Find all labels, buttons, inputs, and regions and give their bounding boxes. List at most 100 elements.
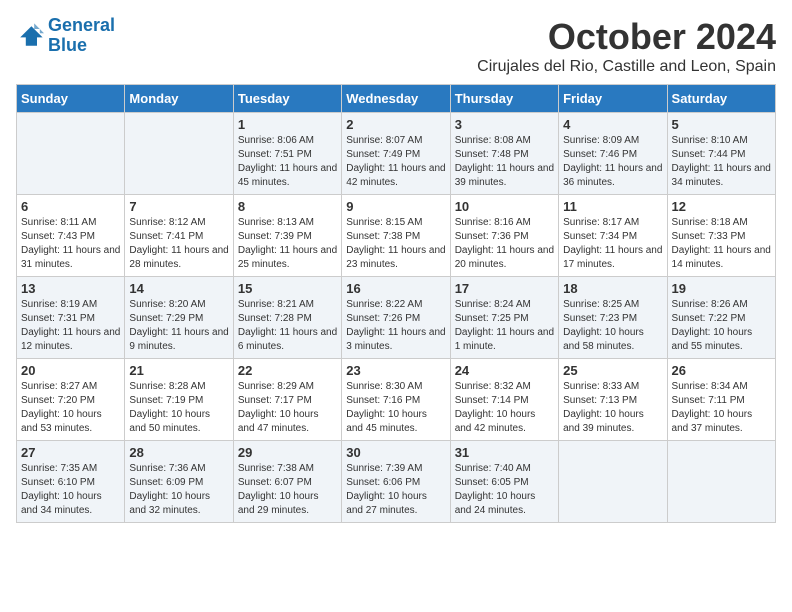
day-info: Sunrise: 7:39 AM Sunset: 6:06 PM Dayligh… (346, 462, 445, 518)
calendar-cell: 1 Sunrise: 8:06 AM Sunset: 7:51 PM Dayli… (233, 113, 341, 195)
day-info: Sunrise: 8:34 AM Sunset: 7:11 PM Dayligh… (672, 380, 771, 436)
day-number: 5 (672, 117, 771, 132)
day-info: Sunrise: 8:32 AM Sunset: 7:14 PM Dayligh… (455, 380, 554, 436)
day-info: Sunrise: 8:11 AM Sunset: 7:43 PM Dayligh… (21, 216, 120, 272)
day-number: 29 (238, 445, 337, 460)
weekday-header: Thursday (450, 85, 558, 113)
day-number: 6 (21, 199, 120, 214)
day-info: Sunrise: 8:12 AM Sunset: 7:41 PM Dayligh… (129, 216, 228, 272)
day-number: 26 (672, 363, 771, 378)
logo-text: General Blue (48, 16, 115, 56)
day-info: Sunrise: 8:06 AM Sunset: 7:51 PM Dayligh… (238, 134, 337, 190)
day-number: 20 (21, 363, 120, 378)
calendar-cell: 31 Sunrise: 7:40 AM Sunset: 6:05 PM Dayl… (450, 441, 558, 523)
day-info: Sunrise: 7:36 AM Sunset: 6:09 PM Dayligh… (129, 462, 228, 518)
day-info: Sunrise: 8:18 AM Sunset: 7:33 PM Dayligh… (672, 216, 771, 272)
title-area: October 2024 Cirujales del Rio, Castille… (477, 16, 776, 76)
day-info: Sunrise: 7:40 AM Sunset: 6:05 PM Dayligh… (455, 462, 554, 518)
calendar-cell: 17 Sunrise: 8:24 AM Sunset: 7:25 PM Dayl… (450, 277, 558, 359)
day-info: Sunrise: 8:29 AM Sunset: 7:17 PM Dayligh… (238, 380, 337, 436)
day-number: 18 (563, 281, 662, 296)
calendar-cell: 4 Sunrise: 8:09 AM Sunset: 7:46 PM Dayli… (559, 113, 667, 195)
calendar-cell: 20 Sunrise: 8:27 AM Sunset: 7:20 PM Dayl… (17, 359, 125, 441)
day-number: 13 (21, 281, 120, 296)
weekday-header: Sunday (17, 85, 125, 113)
day-info: Sunrise: 7:38 AM Sunset: 6:07 PM Dayligh… (238, 462, 337, 518)
day-info: Sunrise: 8:10 AM Sunset: 7:44 PM Dayligh… (672, 134, 771, 190)
calendar-cell: 30 Sunrise: 7:39 AM Sunset: 6:06 PM Dayl… (342, 441, 450, 523)
weekday-header: Tuesday (233, 85, 341, 113)
calendar-cell: 7 Sunrise: 8:12 AM Sunset: 7:41 PM Dayli… (125, 195, 233, 277)
day-number: 24 (455, 363, 554, 378)
calendar-cell: 23 Sunrise: 8:30 AM Sunset: 7:16 PM Dayl… (342, 359, 450, 441)
weekday-header: Saturday (667, 85, 775, 113)
calendar-week-row: 6 Sunrise: 8:11 AM Sunset: 7:43 PM Dayli… (17, 195, 776, 277)
calendar-week-row: 20 Sunrise: 8:27 AM Sunset: 7:20 PM Dayl… (17, 359, 776, 441)
day-number: 11 (563, 199, 662, 214)
calendar-cell: 15 Sunrise: 8:21 AM Sunset: 7:28 PM Dayl… (233, 277, 341, 359)
day-number: 23 (346, 363, 445, 378)
day-info: Sunrise: 8:07 AM Sunset: 7:49 PM Dayligh… (346, 134, 445, 190)
day-info: Sunrise: 8:26 AM Sunset: 7:22 PM Dayligh… (672, 298, 771, 354)
day-number: 9 (346, 199, 445, 214)
calendar-cell: 27 Sunrise: 7:35 AM Sunset: 6:10 PM Dayl… (17, 441, 125, 523)
calendar-cell: 25 Sunrise: 8:33 AM Sunset: 7:13 PM Dayl… (559, 359, 667, 441)
day-info: Sunrise: 8:25 AM Sunset: 7:23 PM Dayligh… (563, 298, 662, 354)
day-number: 3 (455, 117, 554, 132)
calendar-cell: 16 Sunrise: 8:22 AM Sunset: 7:26 PM Dayl… (342, 277, 450, 359)
calendar-cell (667, 441, 775, 523)
day-info: Sunrise: 8:28 AM Sunset: 7:19 PM Dayligh… (129, 380, 228, 436)
day-number: 21 (129, 363, 228, 378)
day-number: 10 (455, 199, 554, 214)
day-number: 28 (129, 445, 228, 460)
calendar-week-row: 27 Sunrise: 7:35 AM Sunset: 6:10 PM Dayl… (17, 441, 776, 523)
day-number: 2 (346, 117, 445, 132)
day-info: Sunrise: 8:20 AM Sunset: 7:29 PM Dayligh… (129, 298, 228, 354)
calendar-cell: 5 Sunrise: 8:10 AM Sunset: 7:44 PM Dayli… (667, 113, 775, 195)
day-number: 15 (238, 281, 337, 296)
day-info: Sunrise: 8:33 AM Sunset: 7:13 PM Dayligh… (563, 380, 662, 436)
day-number: 27 (21, 445, 120, 460)
calendar-cell: 8 Sunrise: 8:13 AM Sunset: 7:39 PM Dayli… (233, 195, 341, 277)
calendar-cell: 9 Sunrise: 8:15 AM Sunset: 7:38 PM Dayli… (342, 195, 450, 277)
day-info: Sunrise: 8:17 AM Sunset: 7:34 PM Dayligh… (563, 216, 662, 272)
calendar-cell: 6 Sunrise: 8:11 AM Sunset: 7:43 PM Dayli… (17, 195, 125, 277)
calendar-cell: 19 Sunrise: 8:26 AM Sunset: 7:22 PM Dayl… (667, 277, 775, 359)
day-number: 16 (346, 281, 445, 296)
day-info: Sunrise: 8:09 AM Sunset: 7:46 PM Dayligh… (563, 134, 662, 190)
day-number: 31 (455, 445, 554, 460)
day-info: Sunrise: 8:27 AM Sunset: 7:20 PM Dayligh… (21, 380, 120, 436)
calendar-cell: 18 Sunrise: 8:25 AM Sunset: 7:23 PM Dayl… (559, 277, 667, 359)
calendar-cell: 26 Sunrise: 8:34 AM Sunset: 7:11 PM Dayl… (667, 359, 775, 441)
calendar-cell: 29 Sunrise: 7:38 AM Sunset: 6:07 PM Dayl… (233, 441, 341, 523)
day-info: Sunrise: 8:15 AM Sunset: 7:38 PM Dayligh… (346, 216, 445, 272)
calendar-cell (125, 113, 233, 195)
day-number: 1 (238, 117, 337, 132)
calendar-cell: 14 Sunrise: 8:20 AM Sunset: 7:29 PM Dayl… (125, 277, 233, 359)
calendar-cell (559, 441, 667, 523)
logo-line1: General (48, 15, 115, 35)
calendar-cell: 21 Sunrise: 8:28 AM Sunset: 7:19 PM Dayl… (125, 359, 233, 441)
day-number: 25 (563, 363, 662, 378)
calendar-week-row: 1 Sunrise: 8:06 AM Sunset: 7:51 PM Dayli… (17, 113, 776, 195)
day-number: 19 (672, 281, 771, 296)
day-number: 12 (672, 199, 771, 214)
day-info: Sunrise: 8:08 AM Sunset: 7:48 PM Dayligh… (455, 134, 554, 190)
calendar-cell: 13 Sunrise: 8:19 AM Sunset: 7:31 PM Dayl… (17, 277, 125, 359)
day-number: 4 (563, 117, 662, 132)
calendar-cell: 24 Sunrise: 8:32 AM Sunset: 7:14 PM Dayl… (450, 359, 558, 441)
day-info: Sunrise: 7:35 AM Sunset: 6:10 PM Dayligh… (21, 462, 120, 518)
calendar: SundayMondayTuesdayWednesdayThursdayFrid… (16, 84, 776, 523)
day-number: 17 (455, 281, 554, 296)
header: General Blue October 2024 Cirujales del … (16, 16, 776, 76)
weekday-header: Monday (125, 85, 233, 113)
calendar-cell: 3 Sunrise: 8:08 AM Sunset: 7:48 PM Dayli… (450, 113, 558, 195)
calendar-cell: 12 Sunrise: 8:18 AM Sunset: 7:33 PM Dayl… (667, 195, 775, 277)
calendar-cell: 22 Sunrise: 8:29 AM Sunset: 7:17 PM Dayl… (233, 359, 341, 441)
day-number: 22 (238, 363, 337, 378)
day-info: Sunrise: 8:22 AM Sunset: 7:26 PM Dayligh… (346, 298, 445, 354)
logo-line2: Blue (48, 35, 87, 55)
weekday-header: Friday (559, 85, 667, 113)
month-title: October 2024 (477, 16, 776, 58)
weekday-header: Wednesday (342, 85, 450, 113)
